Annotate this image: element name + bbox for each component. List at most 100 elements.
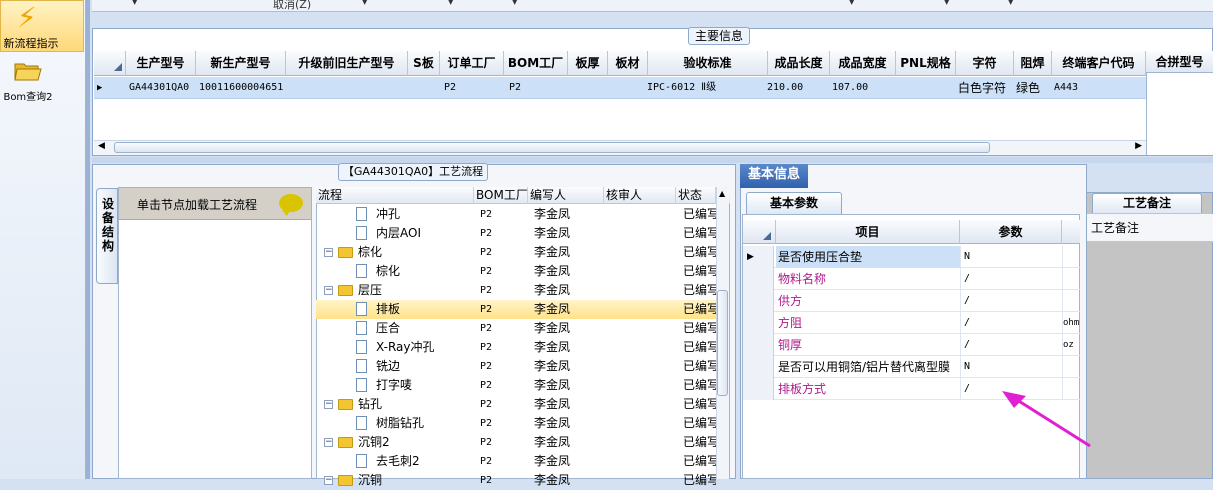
col-header[interactable]: 板材 — [608, 51, 648, 76]
col-header[interactable]: PNL规格 — [896, 51, 956, 76]
param-value[interactable]: / — [960, 290, 1060, 312]
dropdown-arrow-icon[interactable]: ▼ — [944, 0, 949, 6]
scrollbar-thumb[interactable] — [114, 142, 990, 153]
nav-bom-query[interactable]: Bom查询2 — [0, 58, 56, 106]
scroll-left-icon[interactable]: ◀ — [98, 141, 105, 151]
param-value[interactable]: / — [960, 334, 1060, 356]
row-indicator[interactable] — [743, 378, 774, 400]
tree-row[interactable]: 排板 P2 李金凤 已编写 — [316, 300, 716, 319]
dropdown-arrow-icon[interactable]: ▼ — [132, 0, 137, 6]
param-row[interactable]: 供方 / — [743, 290, 1080, 312]
tree-row[interactable]: 内层AOI P2 李金凤 已编写 — [316, 224, 716, 243]
tree-row[interactable]: − 棕化 P2 李金凤 已编写 — [316, 243, 716, 262]
col-header-item[interactable]: 项目 — [776, 220, 960, 244]
cell-char[interactable]: 白色字符 — [958, 77, 1006, 99]
tree-col-header[interactable]: 编写人 — [528, 187, 604, 204]
param-row[interactable]: ▶ 是否使用压合垫 N — [743, 246, 1080, 268]
equipment-structure-tab[interactable]: 设备结构 — [96, 188, 118, 284]
cancel-button[interactable]: 取消(Z) — [273, 0, 311, 12]
tree-col-header[interactable]: 流程 — [316, 187, 474, 204]
param-row[interactable]: 方阻 / ohm — [743, 312, 1080, 334]
dropdown-arrow-icon[interactable]: ▼ — [849, 0, 854, 6]
col-header[interactable]: 成品长度 — [768, 51, 830, 76]
col-header[interactable]: 生产型号 — [126, 51, 196, 76]
dropdown-arrow-icon[interactable]: ▼ — [1008, 0, 1013, 6]
col-header[interactable]: 阻焊 — [1014, 51, 1052, 76]
tree-col-header[interactable]: 核审人 — [604, 187, 676, 204]
collapse-icon[interactable]: − — [324, 248, 333, 257]
col-header[interactable]: 验收标准 — [648, 51, 768, 76]
tree-row[interactable]: 树脂钻孔 P2 李金凤 已编写 — [316, 414, 716, 433]
tree-row[interactable]: 棕化 P2 李金凤 已编写 — [316, 262, 716, 281]
collapse-icon[interactable]: − — [324, 476, 333, 485]
param-row[interactable]: 是否可以用铜箔/铝片替代离型膜 N — [743, 356, 1080, 378]
tree-row[interactable]: − 钻孔 P2 李金凤 已编写 — [316, 395, 716, 414]
param-item[interactable]: 物料名称 — [776, 268, 960, 290]
cell-customer-code[interactable]: A443 — [1054, 77, 1078, 99]
nav-new-flow[interactable]: ⚡ 新流程指示 — [0, 0, 84, 52]
tree-row[interactable]: 铣边 P2 李金凤 已编写 — [316, 357, 716, 376]
tree-row[interactable]: − 层压 P2 李金凤 已编写 — [316, 281, 716, 300]
dropdown-arrow-icon[interactable]: ▼ — [362, 0, 367, 6]
tree-row[interactable]: X-Ray冲孔 P2 李金凤 已编写 — [316, 338, 716, 357]
tree-row[interactable]: − 沉铜 P2 李金凤 已编写 — [316, 471, 716, 490]
cell-solder[interactable]: 绿色 — [1016, 77, 1040, 99]
param-value[interactable]: N — [960, 246, 1060, 268]
param-item[interactable]: 是否可以用铜箔/铝片替代离型膜 — [776, 356, 960, 378]
row-indicator[interactable]: ▶ — [743, 246, 774, 268]
param-item[interactable]: 供方 — [776, 290, 960, 312]
col-header[interactable]: 订单工厂 — [440, 51, 504, 76]
col-header[interactable]: 终端客户代码 — [1052, 51, 1146, 76]
cell-width[interactable]: 107.00 — [832, 77, 868, 99]
param-value[interactable]: N — [960, 356, 1060, 378]
dropdown-arrow-icon[interactable]: ▼ — [512, 0, 517, 6]
horizontal-splitter[interactable] — [92, 157, 1213, 163]
col-header[interactable]: BOM工厂 — [504, 51, 568, 76]
cell-length[interactable]: 210.00 — [767, 77, 803, 99]
row-indicator[interactable] — [743, 290, 774, 312]
left-splitter[interactable] — [86, 0, 90, 479]
param-item[interactable]: 排板方式 — [776, 378, 960, 400]
collapse-icon[interactable]: − — [324, 438, 333, 447]
dropdown-arrow-icon[interactable]: ▼ — [448, 0, 453, 6]
tree-col-header[interactable]: BOM工厂 — [474, 187, 528, 204]
scroll-right-icon[interactable]: ▶ — [1135, 141, 1142, 151]
param-row[interactable]: 铜厚 / oz — [743, 334, 1080, 356]
row-indicator[interactable] — [743, 334, 774, 356]
scroll-up-icon[interactable]: ▲ — [719, 189, 725, 198]
cell-model[interactable]: GA44301QA0 — [129, 77, 189, 99]
param-value[interactable]: / — [960, 268, 1060, 290]
tree-row[interactable]: 打字唛 P2 李金凤 已编写 — [316, 376, 716, 395]
table-row[interactable]: ▶ GA44301QA0 10011600004651 P2 P2 IPC-60… — [94, 77, 1146, 99]
process-tab[interactable]: 【GA44301QA0】工艺流程 — [338, 163, 488, 181]
col-header-merge-model[interactable]: 合拼型号 — [1146, 51, 1213, 73]
col-header[interactable]: 升级前旧生产型号 — [286, 51, 408, 76]
col-header[interactable]: 板厚 — [568, 51, 608, 76]
tree-col-header[interactable]: 状态 — [676, 187, 716, 204]
param-value[interactable]: / — [960, 312, 1060, 334]
param-item[interactable]: 方阻 — [776, 312, 960, 334]
col-header-param[interactable]: 参数 — [960, 220, 1062, 244]
col-header[interactable]: 字符 — [956, 51, 1014, 76]
cell-new-model[interactable]: 10011600004651 — [199, 77, 283, 99]
tree-row[interactable]: − 沉铜2 P2 李金凤 已编写 — [316, 433, 716, 452]
col-header[interactable]: S板 — [408, 51, 440, 76]
param-item[interactable]: 是否使用压合垫 — [776, 246, 960, 268]
scrollbar-thumb[interactable] — [717, 290, 728, 396]
param-item[interactable]: 铜厚 — [776, 334, 960, 356]
param-row[interactable]: 物料名称 / — [743, 268, 1080, 290]
basic-info-header[interactable]: 基本信息 — [740, 164, 808, 188]
tree-row[interactable]: 压合 P2 李金凤 已编写 — [316, 319, 716, 338]
row-indicator[interactable] — [743, 268, 774, 290]
row-indicator[interactable] — [743, 356, 774, 378]
cell-order-factory[interactable]: P2 — [444, 77, 456, 99]
basic-params-tab[interactable]: 基本参数 — [746, 192, 842, 214]
remark-tab[interactable]: 工艺备注 — [1092, 193, 1202, 213]
main-info-tab[interactable]: 主要信息 — [688, 27, 750, 45]
tree-row[interactable]: 去毛刺2 P2 李金凤 已编写 — [316, 452, 716, 471]
col-header[interactable]: 成品宽度 — [830, 51, 896, 76]
cell-standard[interactable]: IPC-6012 Ⅱ级 — [647, 77, 716, 99]
cell-bom-factory[interactable]: P2 — [509, 77, 521, 99]
collapse-icon[interactable]: − — [324, 286, 333, 295]
tree-row[interactable]: 冲孔 P2 李金凤 已编写 — [316, 205, 716, 224]
